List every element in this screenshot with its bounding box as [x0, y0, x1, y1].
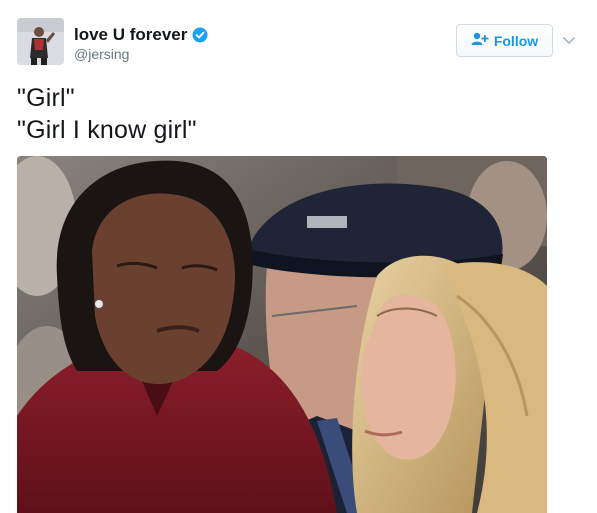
- follow-button-label: Follow: [493, 32, 539, 49]
- avatar[interactable]: [17, 18, 64, 65]
- follow-button[interactable]: Follow: [456, 24, 553, 57]
- tweet-text: "Girl" "Girl I know girl": [17, 82, 197, 146]
- chevron-down-icon[interactable]: [562, 34, 576, 46]
- verified-badge-icon: [192, 27, 208, 43]
- tweet-photo[interactable]: [17, 156, 547, 513]
- display-name-text: love U forever: [74, 25, 188, 44]
- add-user-icon: [471, 32, 489, 49]
- display-name[interactable]: love U forever: [74, 25, 208, 45]
- user-handle[interactable]: @jersing: [74, 46, 129, 62]
- tweet-line-1: "Girl": [17, 84, 75, 112]
- tweet-line-2: "Girl I know girl": [17, 116, 197, 144]
